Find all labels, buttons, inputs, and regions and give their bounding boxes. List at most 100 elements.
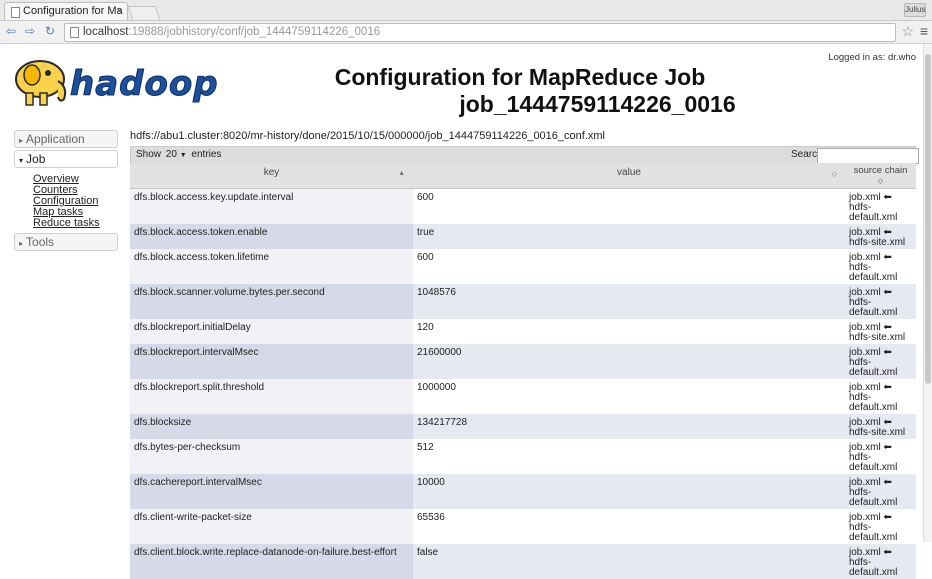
- caret-right-icon: ▸: [19, 136, 24, 145]
- config-key: dfs.blockreport.split.threshold: [130, 378, 413, 414]
- table-controls: Show 20 ▼ entries Search:: [130, 146, 919, 164]
- entries-value: 20: [165, 149, 177, 160]
- column-header-source-chain[interactable]: source chain ◇: [845, 163, 916, 189]
- sidebar-item-tools[interactable]: ▸ Tools: [14, 233, 118, 251]
- config-table: key ▲ value ◇ source chain ◇ dfs.block.acce…: [130, 163, 916, 579]
- reload-icon[interactable]: ↻: [45, 23, 55, 39]
- entries-control: Show 20 ▼ entries: [136, 149, 221, 160]
- source-chain-line: hdfs-: [849, 486, 872, 498]
- config-key: dfs.block.access.token.lifetime: [130, 248, 413, 284]
- table-row: dfs.block.access.token.lifetime 600 job.xm…: [130, 248, 916, 284]
- link-reduce-tasks[interactable]: Reduce tasks: [33, 218, 118, 229]
- config-value: 600: [417, 251, 434, 263]
- entries-label: entries: [191, 149, 222, 160]
- config-key: dfs.client-write-packet-size: [130, 508, 413, 544]
- source-chain-line: job.xml ⬅: [849, 226, 892, 238]
- config-value: 134217728: [413, 413, 845, 439]
- config-value: true: [413, 223, 845, 249]
- source-chain-line: default.xml: [849, 566, 898, 578]
- source-chain-line: default.xml: [849, 531, 898, 543]
- config-key: dfs.cachereport.intervalMsec: [130, 473, 413, 509]
- source-chain-line: hdfs-: [849, 356, 872, 368]
- source-chain-line: job.xml ⬅: [849, 511, 892, 523]
- search-input[interactable]: [817, 148, 919, 164]
- config-key: dfs.blockreport.initialDelay: [130, 318, 413, 344]
- source-chain-line: job.xml ⬅: [849, 346, 892, 358]
- config-source-chain: job.xml ⬅ hdfs-default.xml: [845, 249, 916, 284]
- source-chain-line: hdfs-: [849, 296, 872, 308]
- sort-both-icon: ◇: [831, 171, 837, 178]
- source-chain-line: default.xml: [849, 496, 898, 508]
- config-value: 600: [417, 192, 434, 203]
- page-title: Configuration for MapReduce Job job_1444…: [240, 64, 800, 118]
- address-bar[interactable]: localhost:19888/jobhistory/conf/job_1444…: [64, 23, 896, 42]
- url-host: localhost: [83, 26, 129, 38]
- config-source-chain: job.xml ⬅ hdfs-default.xml: [845, 379, 916, 414]
- page-icon: [70, 27, 79, 38]
- vertical-scrollbar[interactable]: [923, 44, 932, 542]
- profile-badge[interactable]: Julius: [904, 3, 926, 17]
- column-header-label: value: [617, 167, 641, 178]
- source-chain-line: hdfs-: [849, 391, 872, 403]
- sidebar-item-label: Tools: [26, 235, 55, 249]
- source-chain-line: job.xml ⬅: [849, 441, 892, 453]
- table-row: dfs.block.scanner.volume.bytes.per.secon…: [130, 283, 916, 319]
- source-chain-line: default.xml: [849, 366, 898, 378]
- table-row: dfs.blocksize 134217728 job.xml ⬅ hdfs-site…: [130, 413, 916, 439]
- source-chain-line: default.xml: [849, 461, 898, 473]
- sidebar-item-job[interactable]: ▾ Job: [14, 150, 118, 168]
- config-key: dfs.block.access.token.enable: [130, 223, 413, 249]
- source-chain-line: job.xml ⬅: [849, 251, 892, 263]
- source-chain-line: job.xml ⬅: [849, 546, 892, 558]
- entries-select[interactable]: 20 ▼: [164, 149, 189, 160]
- table-row: dfs.blockreport.split.threshold 1000000 jo…: [130, 378, 916, 414]
- browser-toolbar: ⇦ ⇨ ↻ localhost:19888/jobhistory/conf/jo…: [0, 21, 932, 44]
- source-chain-line: default.xml: [849, 401, 898, 413]
- table-row: dfs.bytes-per-checksum 512 job.xml ⬅ hdfs-d…: [130, 438, 916, 474]
- config-source-chain: job.xml ⬅ hdfs-default.xml: [845, 283, 916, 319]
- source-chain-line: hdfs-site.xml: [849, 426, 906, 438]
- source-chain-line: hdfs-: [849, 521, 872, 533]
- config-value: 1000000: [417, 381, 456, 393]
- source-chain-line: job.xml ⬅: [849, 476, 892, 488]
- bookmark-star-icon[interactable]: ☆: [901, 23, 914, 39]
- config-value: 512: [417, 441, 434, 453]
- page-title-line1: Configuration for MapReduce Job: [334, 64, 706, 90]
- table-row: dfs.cachereport.intervalMsec 10000 job.xml…: [130, 473, 916, 509]
- source-chain-line: job.xml ⬅: [849, 286, 892, 298]
- table-row: dfs.client-write-packet-size 65536 job.xml…: [130, 508, 916, 544]
- caret-down-icon: ▾: [19, 156, 24, 165]
- config-value: 21600000: [413, 343, 845, 379]
- sort-both-icon: ◇: [877, 178, 884, 185]
- config-value: 65536: [417, 511, 445, 523]
- source-chain-line: hdfs-: [849, 451, 872, 463]
- config-value: 120: [417, 321, 434, 333]
- page-icon: [11, 7, 20, 18]
- scrollbar-thumb[interactable]: [925, 54, 931, 384]
- url-path: :19888/jobhistory/conf/job_1444759114226…: [128, 26, 381, 38]
- logged-in-text: Logged in as: dr.who: [828, 52, 916, 63]
- menu-icon[interactable]: ≡: [920, 23, 928, 39]
- sidebar-item-application[interactable]: ▸ Application: [14, 130, 118, 148]
- column-header-key[interactable]: key ▲: [130, 163, 413, 189]
- tab-title: Configuration for Ma: [23, 5, 123, 17]
- browser-tab-bar: Configuration for Ma × Julius: [0, 0, 932, 21]
- source-chain-line: default.xml: [849, 271, 898, 283]
- config-source-chain: job.xml ⬅ hdfs-default.xml: [845, 543, 916, 579]
- config-source-chain: job.xml ⬅ hdfs-default.xml: [845, 343, 916, 379]
- source-chain-line: hdfs-site.xml: [849, 331, 906, 343]
- column-header-value[interactable]: value ◇: [413, 163, 845, 189]
- forward-arrow-icon[interactable]: ⇨: [25, 23, 35, 39]
- close-tab-icon[interactable]: ×: [116, 3, 122, 20]
- sidebar-item-label: Application: [26, 132, 85, 146]
- source-chain-line: hdfs-: [849, 261, 872, 273]
- new-tab-button[interactable]: [127, 6, 161, 20]
- config-value: false: [413, 543, 845, 579]
- back-arrow-icon[interactable]: ⇦: [6, 23, 16, 39]
- source-chain-line: default.xml: [849, 306, 898, 318]
- config-key: dfs.blocksize: [130, 413, 413, 439]
- show-label: Show: [136, 149, 162, 160]
- config-source-chain: job.xml ⬅ hdfs-site.xml: [845, 413, 916, 439]
- source-chain-line: job.xml ⬅: [849, 321, 892, 333]
- browser-tab[interactable]: Configuration for Ma ×: [4, 2, 128, 20]
